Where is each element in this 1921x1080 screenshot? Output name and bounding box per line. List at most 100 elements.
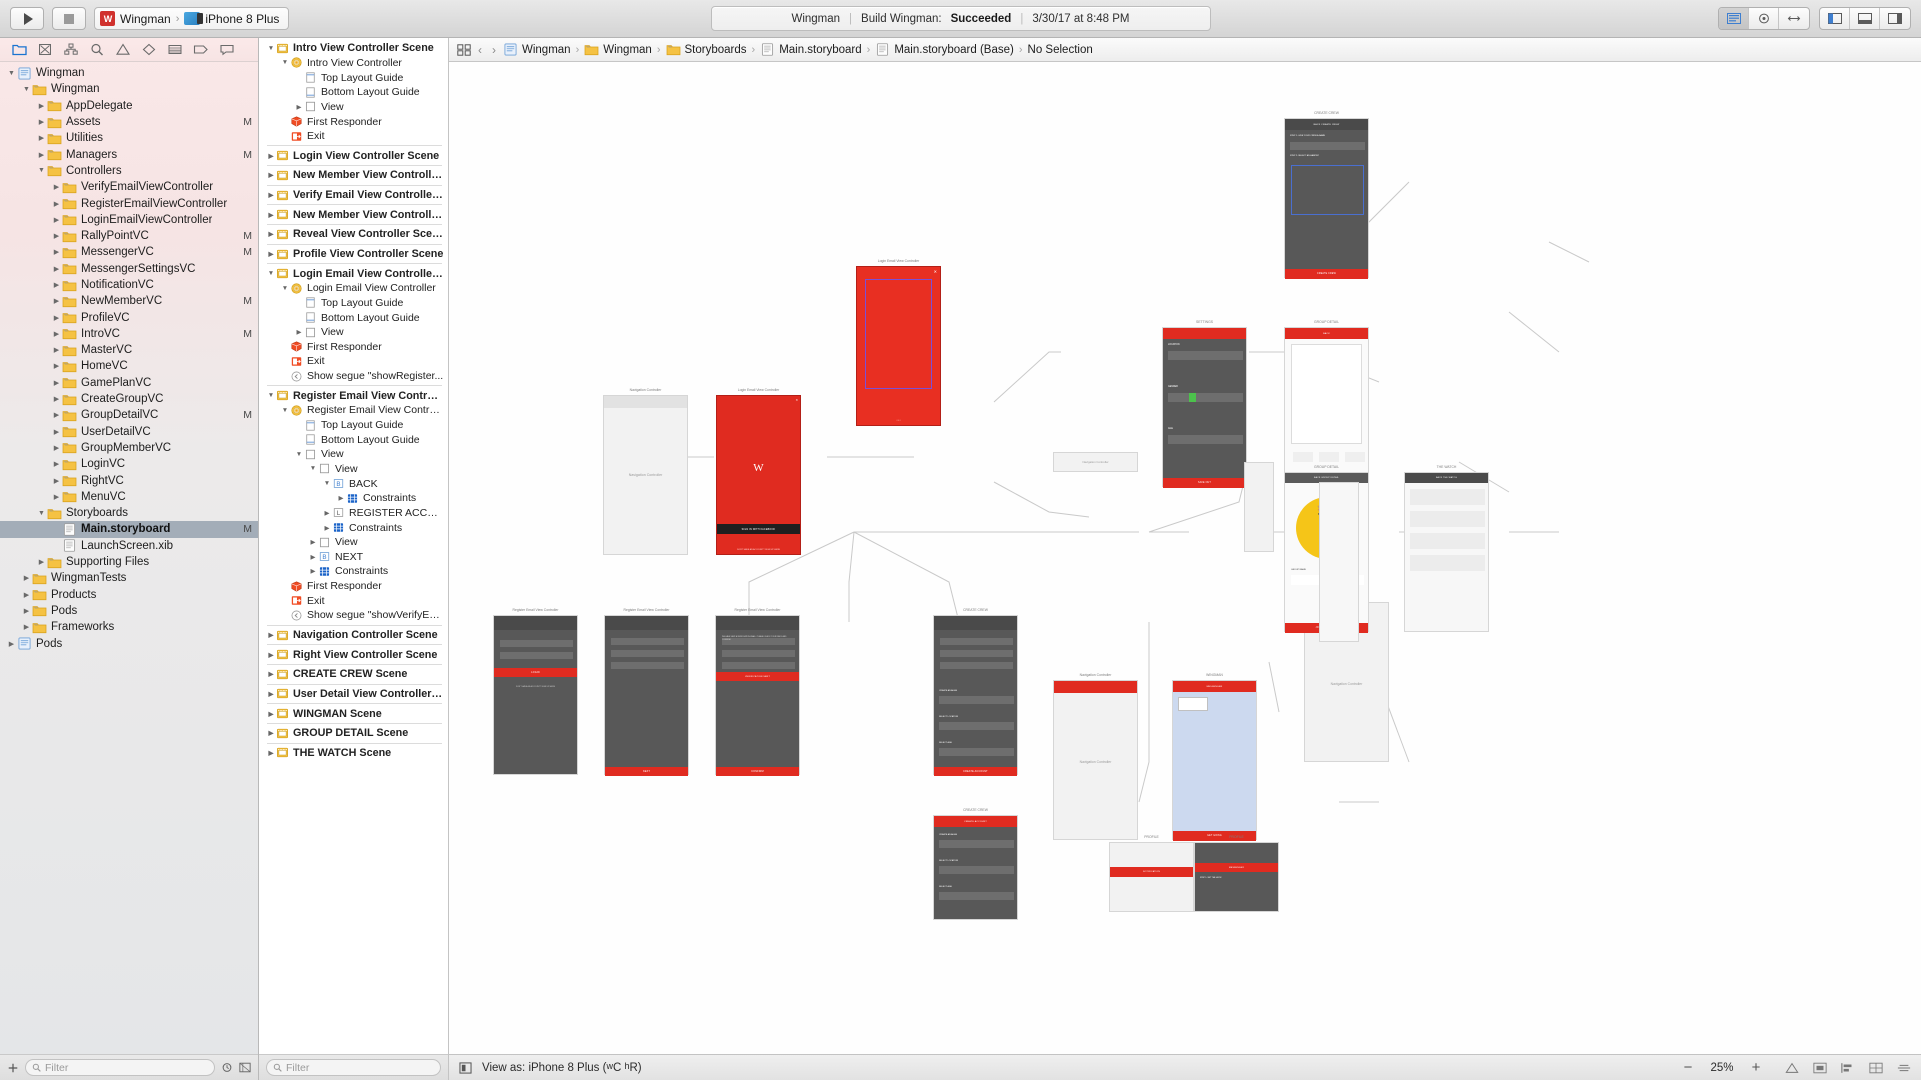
navigator-tab-test[interactable] [136,40,162,60]
segue-line[interactable] [993,481,1090,518]
breadcrumb-item[interactable]: Main.storyboard [760,43,862,56]
disclosure-closed-icon[interactable]: ▶ [308,567,318,575]
navigator-tab-project[interactable] [6,40,32,60]
navigator-tab-symbol[interactable] [58,40,84,60]
navigator-row[interactable]: ▶ AppDelegate [0,98,258,114]
disclosure-closed-icon[interactable]: ▶ [51,297,62,305]
navigator-row[interactable]: ▼ Storyboards [0,505,258,521]
disclosure-closed-icon[interactable]: ▶ [51,428,62,436]
disclosure-closed-icon[interactable]: ▶ [21,591,32,599]
outline-row[interactable]: ▶ Constraints [259,520,448,535]
disclosure-closed-icon[interactable]: ▶ [51,411,62,419]
scene-register-email[interactable]: Register Email View Controller NEXT [604,608,689,776]
disclosure-closed-icon[interactable]: ▶ [322,524,332,532]
scene-placeholder-2[interactable] [1319,482,1359,642]
selected-subview[interactable] [865,279,932,389]
disclosure-closed-icon[interactable]: ▶ [51,493,62,501]
navigator-row[interactable]: ▶ NewMemberVC M [0,293,258,309]
disclosure-closed-icon[interactable]: ▶ [6,640,17,648]
outline-row[interactable]: ▶ New Member View Controller... [259,207,448,222]
version-editor-button[interactable] [1779,8,1809,29]
outline-row[interactable]: ▶ Constraints [259,564,448,579]
scene-create-account-detail[interactable]: CREATE CREW CREATE ACCOUNT CREATE AN ALIAS… [933,808,1018,920]
outline-row[interactable]: ▶ WINGMAN Scene [259,706,448,721]
view-controller-canvas[interactable]: ✕ • • • [856,266,941,426]
outline-row[interactable]: ▶ CREATE CREW Scene [259,667,448,682]
navigator-tab-source-control[interactable] [32,40,58,60]
disclosure-closed-icon[interactable]: ▶ [266,171,276,179]
outline-row[interactable]: ▶ View [259,100,448,115]
disclosure-closed-icon[interactable]: ▶ [266,191,276,199]
outline-row[interactable]: ▶ Login View Controller Scene [259,148,448,163]
segue-line[interactable] [993,351,1061,403]
navigator-row[interactable]: ▶ MenuVC [0,489,258,505]
navigator-row[interactable]: Main.storyboard M [0,521,258,538]
breadcrumb-item[interactable]: Wingman [503,43,571,56]
outline-row[interactable]: ▶ Right View Controller Scene [259,647,448,662]
segue-line[interactable] [1508,311,1560,353]
segue-line[interactable] [1268,661,1280,713]
disclosure-closed-icon[interactable]: ▶ [51,216,62,224]
outline-row[interactable]: ▼ B BACK [259,476,448,491]
disclosure-closed-icon[interactable]: ▶ [51,460,62,468]
disclosure-open-icon[interactable]: ▼ [36,167,47,174]
navigator-row[interactable]: ▶ ProfileVC [0,309,258,325]
outline-row[interactable]: Bottom Layout Guide [259,310,448,325]
resolve-issues-icon[interactable] [1897,1062,1911,1074]
segue-line[interactable] [848,531,855,622]
outline-row[interactable]: Top Layout Guide [259,418,448,433]
disclosure-closed-icon[interactable]: ▶ [21,623,32,631]
run-button[interactable] [10,7,44,30]
disclosure-open-icon[interactable]: ▼ [266,392,276,399]
outline-row[interactable]: ▶ B NEXT [259,550,448,565]
navigator-row[interactable]: ▶ Frameworks [0,619,258,635]
navigator-row[interactable]: ▶ MessengerVC M [0,244,258,260]
outline-row[interactable]: ▶ Navigation Controller Scene [259,628,448,643]
outline-row[interactable]: ▶ Verify Email View Controller... [259,188,448,203]
navigator-filter-input[interactable]: Filter [25,1059,215,1076]
outline-row[interactable]: ▶ Constraints [259,491,448,506]
align-icon[interactable] [1841,1062,1855,1074]
view-controller-canvas[interactable]: MESSENGER STEP 1: SET THE HOOK [1194,842,1279,912]
navigator-row[interactable]: ▼ Wingman [0,65,258,81]
scene-settings[interactable]: SETTINGS LOCATION GENDER AGE SAVE OUT [1162,320,1247,488]
toggle-utilities-button[interactable] [1880,8,1910,29]
scene-group-photo[interactable]: GROUP DETAILBACKMESSAGE [1284,320,1369,488]
disclosure-closed-icon[interactable]: ▶ [51,248,62,256]
disclosure-closed-icon[interactable]: ▶ [51,362,62,370]
navigator-row[interactable]: ▶ GroupMemberVC [0,440,258,456]
scene-navigation-controller-4[interactable]: Navigation Controller [1053,452,1138,472]
toggle-debug-button[interactable] [1850,8,1880,29]
view-controller-canvas[interactable] [1319,482,1359,642]
disclosure-open-icon[interactable]: ▼ [36,510,47,517]
disclosure-closed-icon[interactable]: ▶ [294,328,304,336]
view-controller-canvas[interactable]: W SIGN IN WITH FACEBOOK DON'T HAVE AN ACCO… [716,395,801,555]
navigator-row[interactable]: ▶ NotificationVC [0,277,258,293]
navigator-row[interactable]: ▶ RegisterEmailViewController [0,195,258,211]
outline-row[interactable]: Exit [259,354,448,369]
outline-row[interactable]: ▶ L REGISTER ACCO... [259,506,448,521]
disclosure-open-icon[interactable]: ▼ [322,480,332,487]
disclosure-closed-icon[interactable]: ▶ [36,102,47,110]
disclosure-closed-icon[interactable]: ▶ [266,230,276,238]
disclosure-closed-icon[interactable]: ▶ [266,211,276,219]
filter-recent-icon[interactable] [221,1062,233,1073]
disclosure-open-icon[interactable]: ▼ [6,70,17,77]
outline-row[interactable]: First Responder [259,340,448,355]
outline-row[interactable]: ▶ Reveal View Controller Scene [259,227,448,242]
disclosure-closed-icon[interactable]: ▶ [308,553,318,561]
navigator-row[interactable]: ▶ RallyPointVC M [0,228,258,244]
disclosure-closed-icon[interactable]: ▶ [51,183,62,191]
scene-create-account[interactable]: CREATE CREW CREATE AN ALIAS SELECT LOCATIO… [933,608,1018,776]
disclosure-closed-icon[interactable]: ▶ [51,281,62,289]
habitat-selection[interactable] [1291,165,1364,215]
disclosure-open-icon[interactable]: ▼ [21,86,32,93]
navigator-row[interactable]: ▶ LoginEmailViewController [0,212,258,228]
navigator-row[interactable]: ▶ Managers M [0,146,258,162]
view-controller-canvas[interactable]: MESSENGER GET GOING [1172,680,1257,841]
pin-icon[interactable] [1869,1062,1883,1074]
view-controller-canvas[interactable]: Navigation Controller [603,395,688,555]
disclosure-closed-icon[interactable]: ▶ [51,265,62,273]
disclosure-closed-icon[interactable]: ▶ [36,118,47,126]
navigator-row[interactable]: ▶ CreateGroupVC [0,391,258,407]
